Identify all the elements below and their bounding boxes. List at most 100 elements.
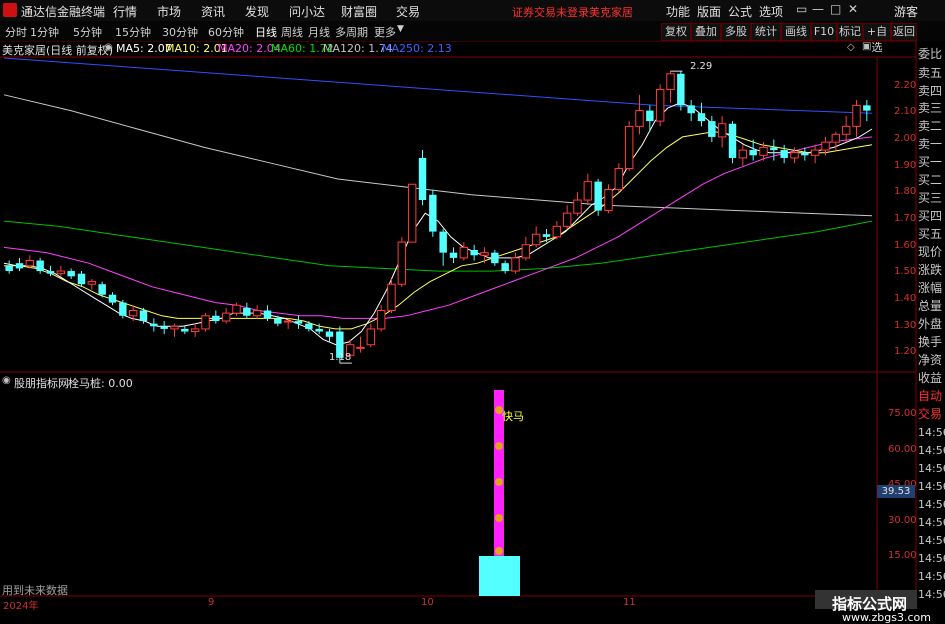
tick-time: 14:56 bbox=[918, 570, 945, 583]
period-tab-timeshare[interactable]: 分时 bbox=[5, 24, 27, 40]
period-tab-multi[interactable]: 多周期 bbox=[335, 24, 368, 40]
candle bbox=[387, 278, 396, 314]
menu-item-ask[interactable]: 问小达 bbox=[289, 3, 325, 20]
money-bag-icon bbox=[495, 478, 503, 486]
close-icon[interactable]: ✕ bbox=[848, 2, 858, 16]
action-formula[interactable]: 公式 bbox=[728, 3, 752, 20]
period-tab-5min[interactable]: 5分钟 bbox=[73, 24, 102, 40]
menu-item-market[interactable]: 市场 bbox=[157, 3, 181, 20]
login-status[interactable]: 证券交易未登录 bbox=[512, 4, 589, 20]
candle bbox=[366, 323, 376, 348]
candle bbox=[263, 305, 272, 322]
period-tab-30min[interactable]: 30分钟 bbox=[162, 24, 198, 40]
price-tick: 1.40 bbox=[894, 293, 917, 304]
quote-side-panel: 委比 卖五 卖四 卖三 卖二 卖一 买一 买二 买三 买四 买五 现价 涨跌 涨… bbox=[917, 41, 945, 609]
candle bbox=[852, 100, 861, 137]
minimize-icon[interactable]: ▭ bbox=[796, 2, 807, 16]
tick-time: 14:56 bbox=[918, 426, 945, 439]
candle bbox=[646, 105, 654, 132]
side-label-earnings: 收益 bbox=[918, 371, 943, 385]
window-icon[interactable]: — bbox=[812, 2, 824, 16]
tick-time: 14:56 bbox=[918, 534, 945, 547]
menu-item-wealth[interactable]: 财富圈 bbox=[341, 3, 377, 20]
price-tick: 1.30 bbox=[894, 320, 917, 331]
candle bbox=[738, 144, 748, 166]
diamond-icon[interactable]: ◇ bbox=[847, 42, 855, 53]
candle bbox=[283, 318, 293, 329]
menu-item-discover[interactable]: 发现 bbox=[245, 3, 269, 20]
candlestick-chart[interactable] bbox=[0, 0, 945, 609]
period-tab-weekly[interactable]: 周线 bbox=[281, 24, 303, 40]
menu-item-news[interactable]: 资讯 bbox=[201, 3, 225, 20]
side-label-ask4: 卖四 bbox=[918, 84, 943, 98]
side-label-volume: 总量 bbox=[918, 299, 943, 313]
candle bbox=[810, 144, 820, 164]
candle bbox=[863, 100, 871, 122]
side-label-change: 涨跌 bbox=[918, 263, 943, 277]
future-data-note: 用到未来数据 bbox=[2, 584, 68, 597]
ma10-line bbox=[4, 131, 873, 330]
candle bbox=[759, 142, 768, 161]
side-label-ask3: 卖三 bbox=[918, 101, 943, 115]
price-tick: 1.90 bbox=[894, 160, 917, 171]
period-tab-1min[interactable]: 1分钟 bbox=[30, 24, 59, 40]
ma250-line bbox=[3, 57, 873, 114]
menu-item-quotes[interactable]: 行情 bbox=[113, 3, 137, 20]
candle bbox=[531, 226, 541, 248]
stock-title: 美克家居(日线 前复权) bbox=[2, 44, 114, 57]
period-tab-60min[interactable]: 60分钟 bbox=[208, 24, 244, 40]
button-f10[interactable]: F10 bbox=[811, 23, 837, 41]
stock-tag: 美克家居 bbox=[589, 6, 633, 19]
ma250-label: MA250: 2.13 bbox=[382, 42, 452, 55]
indicator-gear-icon[interactable]: ◉ bbox=[2, 375, 11, 386]
button-mark[interactable]: 标记 bbox=[837, 23, 863, 41]
button-add-watchlist[interactable]: +自选 bbox=[863, 23, 891, 54]
candle bbox=[221, 307, 231, 324]
action-options[interactable]: 选项 bbox=[759, 3, 783, 20]
price-tick: 2.00 bbox=[894, 133, 917, 144]
candle bbox=[274, 315, 282, 327]
candle bbox=[315, 323, 323, 335]
period-tab-more[interactable]: 更多 bbox=[374, 24, 396, 40]
indicator-current-badge: 39.53 bbox=[877, 485, 915, 498]
date-label-nov: 11 bbox=[623, 597, 636, 608]
candle bbox=[841, 115, 851, 143]
maximize-icon[interactable]: □ bbox=[830, 2, 841, 16]
date-label-sep: 9 bbox=[208, 597, 215, 608]
button-back[interactable]: 返回 bbox=[891, 23, 917, 41]
button-statistics[interactable]: 统计 bbox=[751, 23, 781, 41]
action-layout[interactable]: 版面 bbox=[697, 3, 721, 20]
candle bbox=[542, 228, 551, 243]
side-label-auto[interactable]: 自动 bbox=[918, 389, 942, 404]
side-label-turnover: 换手 bbox=[918, 335, 943, 349]
period-tab-daily[interactable]: 日线 bbox=[255, 24, 277, 40]
user-label[interactable]: 游客 bbox=[894, 3, 918, 20]
candle bbox=[614, 163, 624, 193]
button-adjust[interactable]: 复权 bbox=[661, 23, 691, 41]
indicator-tick: 60.00 bbox=[888, 444, 917, 455]
candle bbox=[305, 321, 313, 332]
button-overlay[interactable]: 叠加 bbox=[691, 23, 721, 41]
side-label-ask1: 卖一 bbox=[918, 137, 943, 151]
period-tab-monthly[interactable]: 月线 bbox=[308, 24, 330, 40]
settings-gear-icon[interactable]: ◉ bbox=[104, 42, 113, 53]
date-label-year: 2024年 bbox=[3, 601, 39, 612]
candle bbox=[181, 326, 189, 335]
side-label-trade[interactable]: 交易 bbox=[918, 407, 942, 422]
action-function[interactable]: 功能 bbox=[666, 3, 690, 20]
tick-time: 14:56 bbox=[918, 462, 945, 475]
more-chevron-icon[interactable]: ▼ bbox=[397, 24, 404, 34]
button-draw-line[interactable]: 画线 bbox=[781, 23, 811, 41]
candle bbox=[46, 265, 55, 277]
candle bbox=[562, 205, 572, 229]
candle bbox=[655, 84, 665, 127]
button-multi-stock[interactable]: 多股 bbox=[721, 23, 751, 41]
candle bbox=[491, 250, 499, 266]
candle bbox=[780, 144, 788, 164]
indicator-base-block bbox=[479, 556, 520, 596]
menu-item-trade[interactable]: 交易 bbox=[396, 3, 420, 20]
candle bbox=[459, 242, 469, 261]
period-tab-15min[interactable]: 15分钟 bbox=[115, 24, 151, 40]
expand-icon[interactable]: ▣ bbox=[862, 41, 871, 52]
price-tick: 1.50 bbox=[894, 266, 917, 277]
